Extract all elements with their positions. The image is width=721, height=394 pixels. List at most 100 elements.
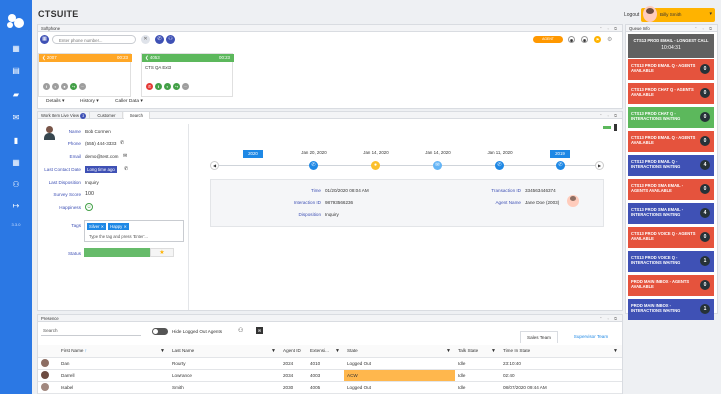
status-icon[interactable]: ⚑ — [594, 36, 601, 43]
timeline-next-icon[interactable]: ▶ — [595, 161, 604, 170]
table-row[interactable]: Darrell Lowrance 2034 4003 ACW Idle 02:40 — [38, 369, 622, 382]
tag-chip[interactable]: Happy ✕ — [108, 223, 129, 230]
settings-icon[interactable]: ⚙ — [607, 36, 612, 43]
caller-data-menu[interactable]: Caller Data ▾ — [115, 99, 143, 104]
tab-sales-team[interactable]: Sales Team — [520, 331, 558, 343]
history-menu[interactable]: History ▾ — [80, 99, 99, 104]
timeline-call-icon[interactable]: ✆ — [556, 161, 565, 170]
queue-item[interactable]: CTS13 PROD SMA EMAIL - INTERACTIONS WAIT… — [628, 203, 714, 224]
column-header-time-in-state[interactable]: Time In State ▼ — [500, 345, 622, 358]
filter-icon[interactable]: ▼ — [491, 348, 496, 354]
queue-item[interactable]: PROD MAIN INBOX - INTERACTIONS WAITING 1 — [628, 299, 714, 320]
window-controls-icon[interactable]: ⌃ ▫ ⧉ — [599, 315, 619, 322]
column-header-talk-state[interactable]: Talk State ▼ — [455, 345, 500, 358]
status-bar[interactable] — [84, 248, 150, 257]
queue-item[interactable]: CTS13 PROD EMAIL Q - AGENTS AVAILABLE 0 — [628, 59, 714, 80]
queue-item[interactable]: CTS13 PROD VOICE Q - INTERACTIONS WAITIN… — [628, 251, 714, 272]
grid-icon[interactable]: ▦ — [0, 156, 32, 170]
conference-icon[interactable]: ⚇ — [166, 35, 175, 44]
record-icon[interactable]: ● — [61, 83, 68, 90]
queue-item[interactable]: CTS13 PROD SMA EMAIL - AGENTS AVAILABLE 0 — [628, 179, 714, 200]
transfer-icon[interactable]: ↪ — [173, 83, 180, 90]
users-icon[interactable]: ⚇ — [0, 178, 32, 192]
email-icon[interactable]: ✉ — [0, 111, 32, 125]
queue-item[interactable]: CTS13 PROD EMAIL Q - INTERACTIONS WAITIN… — [628, 155, 714, 176]
filter-icon[interactable]: ▼ — [446, 348, 451, 354]
queue-longest-call[interactable]: CTS13 PROD EMAIL - LONGEST CALL 10:04:31 — [628, 34, 714, 58]
tab-live-view[interactable]: Work Item Live View 3 — [38, 112, 91, 119]
hide-logged-out-label: Hide Logged Out Agents — [172, 329, 223, 334]
window-controls-icon[interactable]: ⌃ ▫ ⧉ — [599, 112, 619, 119]
timeline-toggle-icon[interactable] — [603, 126, 611, 129]
dashboard-icon[interactable]: ▦ — [0, 42, 32, 56]
filter-icon[interactable]: ▼ — [160, 348, 165, 354]
column-header-agent-id[interactable]: Agent ID — [280, 345, 307, 358]
dialpad-icon[interactable]: ▦ — [40, 35, 49, 44]
star-icon[interactable]: ★ — [150, 248, 174, 257]
queue-item[interactable]: PROD MAIN INBOX - AGENTS AVAILABLE 0 — [628, 275, 714, 296]
phone-icon[interactable]: ✆ — [120, 140, 124, 146]
filter-icon[interactable]: ▼ — [271, 348, 276, 354]
call-card-2[interactable]: ❮ 4053 00:23 CTS QA Ext3 ✆ ‖ ◐ ↪ ⋯ — [141, 53, 234, 97]
column-header-extension[interactable]: Extensi... ▼ — [307, 345, 344, 358]
email-icon[interactable]: ✉ — [123, 153, 127, 159]
message-icon[interactable]: ✉ — [256, 327, 263, 334]
window-controls-icon[interactable]: ⌃ ▫ ⧉ — [694, 25, 714, 32]
tag-chip[interactable]: Silver ✕ — [87, 223, 107, 230]
column-header-first-name[interactable]: First Name ↑ ▼ — [58, 345, 169, 358]
column-header-state[interactable]: State ▼ — [344, 345, 455, 358]
supervisor-icon[interactable]: ⚉ — [581, 36, 588, 43]
presence-search-input[interactable]: Search — [41, 327, 141, 336]
contacts-icon[interactable]: ▤ — [0, 64, 32, 78]
avatar — [41, 383, 49, 391]
agent-status-badge[interactable]: AGENT AVAILABLE — [533, 36, 563, 48]
tab-search[interactable]: Search — [123, 112, 150, 119]
table-row[interactable]: Isabel Smith 2030 4005 Logged Out Idle 08/07/2… — [38, 381, 622, 394]
logout-link[interactable]: Logout — [624, 12, 639, 18]
timeline-chat-icon[interactable]: ● — [371, 161, 380, 170]
queue-count-badge: 1 — [700, 256, 710, 266]
clear-icon[interactable]: ✕ — [141, 35, 150, 44]
queue-item-label: CTS13 PROD VOICE Q - INTERACTIONS WAITIN… — [631, 255, 681, 265]
filter-icon[interactable]: ▼ — [613, 348, 618, 354]
more-icon[interactable]: ⋯ — [79, 83, 86, 90]
queue-item[interactable]: CTS13 PROD VOICE Q - AGENTS AVAILABLE 0 — [628, 227, 714, 248]
hold-icon[interactable]: ‖ — [155, 83, 162, 90]
column-header-label: Agent ID — [283, 348, 301, 354]
hangup-icon[interactable]: ✆ — [146, 83, 153, 90]
chat-icon[interactable]: ▰ — [0, 88, 32, 102]
phone-icon[interactable]: ✆ — [124, 166, 128, 172]
sort-up-icon[interactable]: ↑ — [85, 348, 87, 353]
filter-icon[interactable]: ▼ — [335, 348, 340, 354]
queue-item[interactable]: CTS13 PROD EMAIL Q - AGENTS AVAILABLE 0 — [628, 131, 714, 152]
timeline-call-icon[interactable]: ✆ — [495, 161, 504, 170]
call-card-1[interactable]: ❮ 2007 00:23 ‖ ◐ ● ↪ ⋯ — [38, 53, 132, 97]
table-row[interactable]: Dan Rourty 2024 4010 Logged Out Idle 23:10:40 — [38, 357, 622, 370]
timeline-prev-icon[interactable]: ◀ — [210, 161, 219, 170]
column-header-last-name[interactable]: Last Name ▼ — [169, 345, 280, 358]
transfer-icon[interactable]: ↪ — [70, 83, 77, 90]
timeline-call-icon[interactable]: ✆ — [309, 161, 318, 170]
details-menu[interactable]: Details ▾ — [46, 99, 64, 104]
tab-supervisor-team[interactable]: Supervisor Team — [566, 331, 616, 343]
queue-item[interactable]: CTS13 PROD CHAT Q - AGENTS AVAILABLE 0 — [628, 83, 714, 104]
user-filter-icon[interactable]: ⚇ — [238, 327, 243, 334]
hold-icon[interactable]: ‖ — [43, 83, 50, 90]
queue-item[interactable]: CTS13 PROD CHAT Q - INTERACTIONS WAITING… — [628, 107, 714, 128]
mute-icon[interactable]: ◐ — [164, 83, 171, 90]
tab-customer[interactable]: Customer — [91, 112, 123, 119]
phone-number-input[interactable]: Enter phone number... — [52, 35, 136, 44]
mute-icon[interactable]: ◐ — [52, 83, 59, 90]
user-menu[interactable]: Billy Smith ▾ — [641, 6, 715, 22]
window-controls-icon[interactable]: ⌃ ▫ ⧉ — [599, 25, 619, 32]
more-icon[interactable]: ⋯ — [182, 83, 189, 90]
hide-logged-out-toggle[interactable] — [152, 328, 168, 335]
document-icon[interactable]: ▮ — [0, 134, 32, 148]
tags-input[interactable]: Silver ✕ Happy ✕ Type the tag and press '… — [84, 220, 184, 242]
agent-icon[interactable]: ⚉ — [568, 36, 575, 43]
logout-icon[interactable]: ↦ — [0, 199, 32, 213]
timeline-view-icon[interactable] — [614, 124, 617, 131]
phone-icon[interactable]: ✆ — [155, 35, 164, 44]
table-cell: Idle — [455, 369, 500, 382]
timeline-email-icon[interactable]: ✉ — [433, 161, 442, 170]
